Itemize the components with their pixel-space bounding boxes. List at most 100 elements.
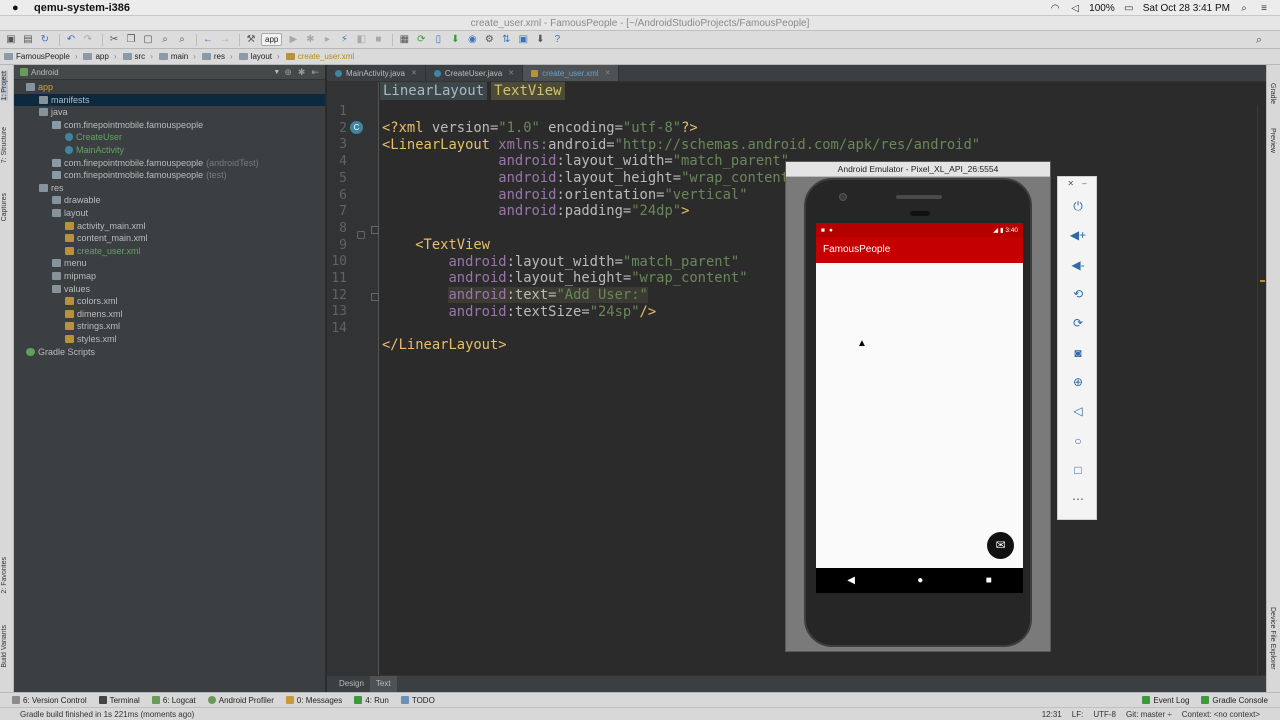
terminal-button[interactable]: Terminal	[98, 696, 140, 705]
breadcrumb-item[interactable]: res ›	[201, 52, 233, 61]
volume-up-icon[interactable]: ◀+	[1069, 226, 1087, 244]
breadcrumb-item[interactable]: src ›	[122, 52, 153, 61]
file-encoding[interactable]: UTF-8	[1093, 710, 1116, 719]
line-separator[interactable]: LF:	[1072, 710, 1084, 719]
overview-icon[interactable]: □	[1069, 461, 1087, 479]
volume-icon[interactable]: ◁	[1069, 3, 1081, 14]
copy-icon[interactable]: ❐	[124, 34, 138, 46]
todo-button[interactable]: TODO	[400, 696, 435, 705]
logcat-button[interactable]: 6: Logcat	[151, 696, 196, 705]
paste-icon[interactable]: ▢	[141, 34, 155, 46]
tree-item[interactable]: menu	[14, 257, 325, 270]
apply-changes-icon[interactable]: ⚡	[337, 34, 351, 46]
tree-item[interactable]: values	[14, 283, 325, 296]
debug-icon[interactable]: ✱	[303, 34, 317, 46]
fold-marker[interactable]	[371, 226, 379, 234]
undo-icon[interactable]: ↶	[64, 34, 78, 46]
profile-icon[interactable]: ▣	[516, 34, 530, 46]
warning-mark[interactable]	[1260, 280, 1265, 282]
forward-icon[interactable]: →	[218, 34, 232, 46]
breadcrumb-item-file[interactable]: create_user.xml	[285, 52, 354, 61]
tree-item[interactable]: com.finepointmobile.famouspeople (test)	[14, 169, 325, 182]
avd-manager-icon[interactable]: ▯	[431, 34, 445, 46]
tree-item[interactable]: drawable	[14, 194, 325, 207]
tree-item[interactable]: dimens.xml	[14, 308, 325, 321]
tab-favorites[interactable]: 2: Favorites	[1, 557, 8, 594]
redo-icon[interactable]: ↷	[81, 34, 95, 46]
tab-device-file-explorer[interactable]: Device File Explorer	[1269, 607, 1276, 670]
tree-item[interactable]: Gradle Scripts	[14, 346, 325, 359]
editor-tab[interactable]: create_user.xml ✕	[523, 65, 620, 81]
tab-project[interactable]: 1: Project	[1, 71, 8, 101]
rotate-left-icon[interactable]: ⟲	[1069, 285, 1087, 303]
back-icon[interactable]: ←	[201, 34, 215, 46]
breadcrumb-item[interactable]: layout ›	[238, 52, 280, 61]
tree-item[interactable]: CreateUser	[14, 131, 325, 144]
tree-item[interactable]: activity_main.xml	[14, 220, 325, 233]
power-icon[interactable]: ⏻	[1069, 197, 1087, 215]
tab-structure[interactable]: 7: Structure	[1, 127, 8, 163]
close-tab-icon[interactable]: ✕	[605, 69, 611, 77]
project-structure-icon[interactable]: ▦	[397, 34, 411, 46]
tree-item[interactable]: create_user.xml	[14, 245, 325, 258]
apple-icon[interactable]: ●	[12, 2, 26, 14]
tree-item[interactable]: layout	[14, 207, 325, 220]
gradle-sync-icon[interactable]: ⟳	[414, 34, 428, 46]
sdk-manager-icon[interactable]: ⬇	[448, 34, 462, 46]
tag-crumb-linearlayout[interactable]: LinearLayout	[380, 82, 488, 100]
search-everywhere-icon[interactable]: ⌕	[1256, 34, 1262, 47]
context-indicator[interactable]: Context: <no context>	[1182, 710, 1260, 719]
sync-icon[interactable]: ↻	[38, 34, 52, 46]
gradle-console-button[interactable]: Gradle Console	[1201, 696, 1268, 705]
notification-center-icon[interactable]: ≡	[1258, 3, 1270, 14]
tree-item[interactable]: com.finepointmobile.famouspeople	[14, 119, 325, 132]
error-stripe[interactable]	[1257, 105, 1266, 675]
run-config-select[interactable]: app	[261, 33, 283, 46]
class-gutter-icon[interactable]: C	[350, 121, 363, 134]
attach-debugger-icon[interactable]: ◧	[354, 34, 368, 46]
more-icon[interactable]: ⋯	[1069, 490, 1087, 508]
messages-button[interactable]: 0: Messages	[285, 696, 342, 705]
android-profiler-button[interactable]: Android Profiler	[207, 696, 274, 705]
editor-tab[interactable]: CreateUser.java ✕	[426, 65, 524, 81]
tree-item[interactable]: MainActivity	[14, 144, 325, 157]
editor-tab[interactable]: MainActivity.java ✕	[327, 65, 426, 81]
settings-icon[interactable]: ✱	[298, 67, 306, 78]
breadcrumb-item[interactable]: app ›	[83, 52, 117, 61]
app-menu-name[interactable]: qemu-system-i386	[34, 2, 130, 14]
version-control-button[interactable]: 6: Version Control	[12, 696, 87, 705]
tree-item[interactable]: manifests	[14, 93, 325, 107]
device-screen[interactable]: ■ ● ◢ ▮ 3:40 FamousPeople ▲ ✉ ◀ ● ■	[816, 223, 1023, 593]
tree-item[interactable]: app	[14, 81, 325, 94]
stop-icon[interactable]: ■	[371, 34, 385, 46]
find-icon[interactable]: ⌕	[158, 34, 172, 46]
tab-text[interactable]: Text	[369, 676, 397, 692]
chevron-down-icon[interactable]: ▼	[273, 69, 280, 76]
save-all-icon[interactable]: ▤	[21, 34, 35, 46]
replace-icon[interactable]: ⌕	[175, 34, 189, 46]
back-icon[interactable]: ◁	[1069, 402, 1087, 420]
open-icon[interactable]: ▣	[4, 34, 18, 46]
clock[interactable]: Sat Oct 28 3:41 PM	[1143, 3, 1230, 14]
tab-design[interactable]: Design	[333, 676, 370, 692]
layout-inspector-icon[interactable]: ⚙	[482, 34, 496, 46]
make-project-icon[interactable]: ⚒	[244, 34, 258, 46]
battery-percent[interactable]: 100%	[1089, 3, 1115, 14]
tree-item[interactable]: content_main.xml	[14, 232, 325, 245]
breadcrumb-item[interactable]: FamousPeople ›	[4, 52, 77, 61]
close-tab-icon[interactable]: ✕	[411, 69, 417, 77]
status-message[interactable]: Gradle build finished in 1s 221ms (momen…	[20, 710, 194, 719]
tab-captures[interactable]: Captures	[1, 193, 8, 221]
wifi-icon[interactable]: ◠	[1049, 3, 1061, 14]
nav-home-icon[interactable]: ●	[917, 575, 923, 586]
zoom-icon[interactable]: ⊕	[1069, 373, 1087, 391]
close-icon[interactable]: ✕	[1067, 177, 1074, 191]
help-icon[interactable]: ?	[550, 34, 564, 46]
run-icon[interactable]: ▶	[286, 34, 300, 46]
git-branch[interactable]: Git: master ÷	[1126, 710, 1172, 719]
vcs-icon[interactable]: ⇅	[499, 34, 513, 46]
tree-item[interactable]: com.finepointmobile.famouspeople (android…	[14, 157, 325, 170]
project-view-select[interactable]: Android	[31, 68, 59, 77]
cut-icon[interactable]: ✂	[107, 34, 121, 46]
sync-scroll-icon[interactable]: ⊕	[284, 67, 292, 78]
